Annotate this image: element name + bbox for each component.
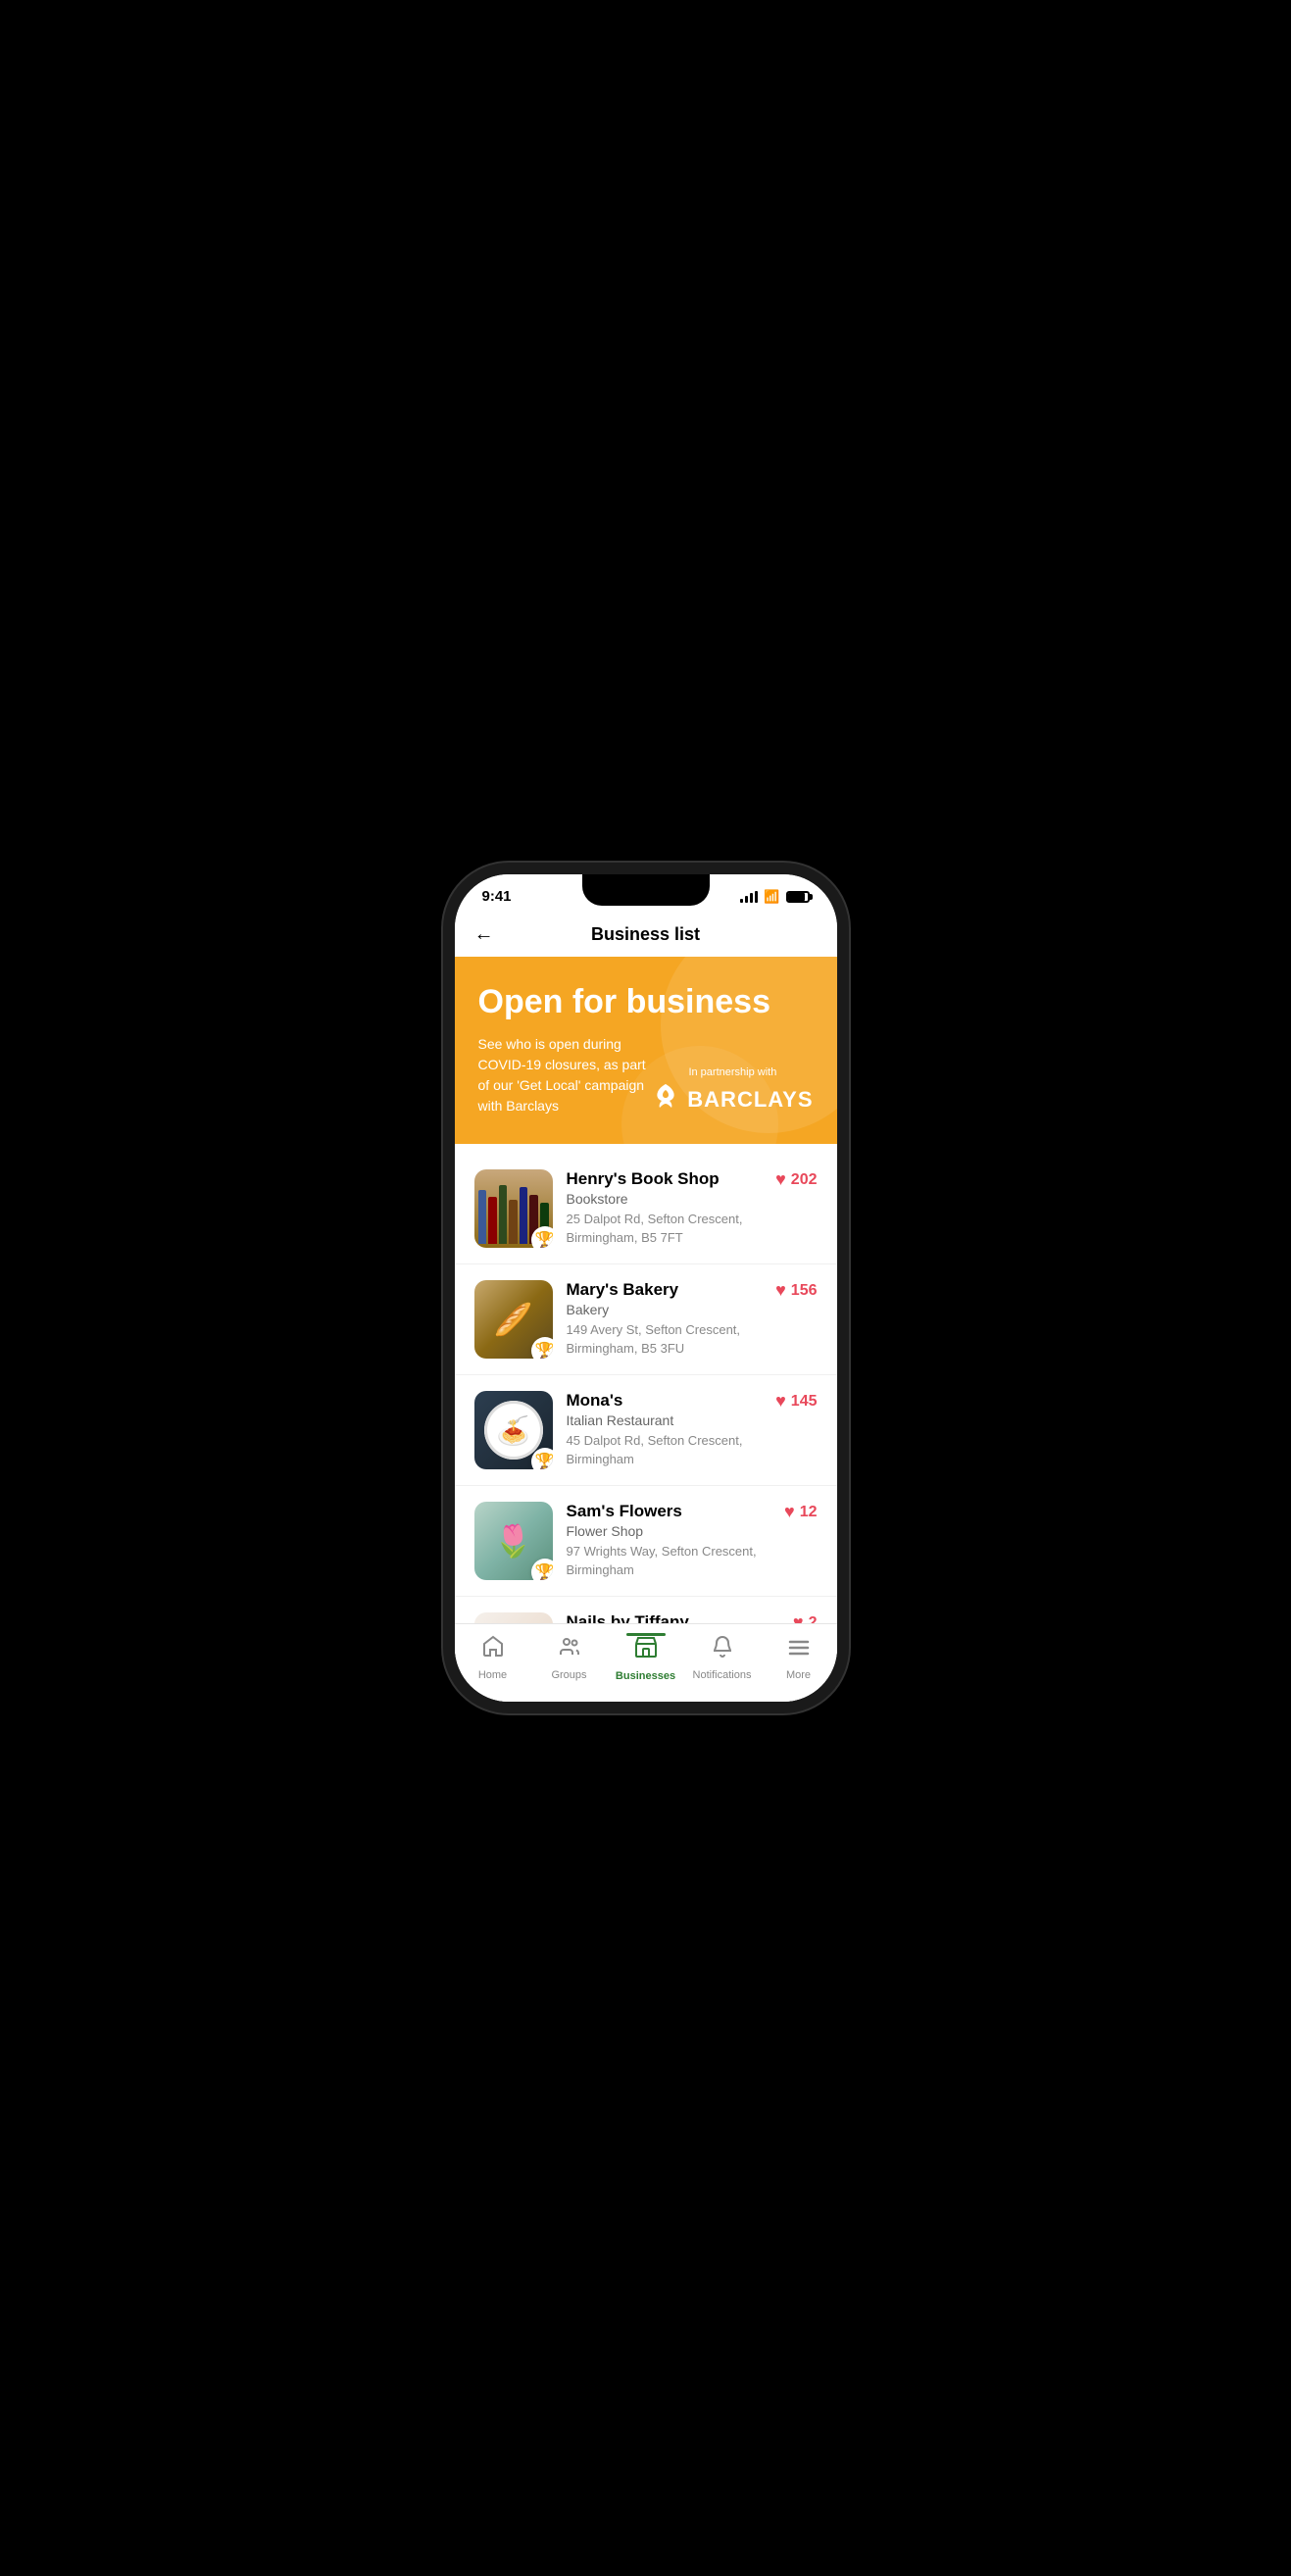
business-address: 97 Wrights Way, Sefton Crescent, Birming… (567, 1543, 771, 1578)
like-count: 202 (791, 1171, 818, 1189)
business-thumbnail: 🏆 (474, 1169, 553, 1248)
home-icon (481, 1635, 505, 1665)
business-thumbnail: 🌷 🏆 (474, 1502, 553, 1580)
barclays-logo: In partnership with BARCLAYS (652, 1066, 813, 1116)
business-type: Flower Shop (567, 1523, 771, 1539)
nav-item-businesses[interactable]: Businesses (608, 1634, 684, 1682)
notifications-icon (711, 1635, 734, 1665)
business-type: Bakery (567, 1302, 763, 1317)
banner-description: See who is open during COVID-19 closures… (478, 1034, 653, 1116)
barclays-eagle-icon (652, 1082, 679, 1116)
nav-label-groups: Groups (551, 1669, 586, 1681)
business-info: Henry's Book Shop Bookstore 25 Dalpot Rd… (567, 1169, 763, 1246)
business-info: Sam's Flowers Flower Shop 97 Wrights Way… (567, 1502, 771, 1578)
nav-label-businesses: Businesses (616, 1670, 675, 1682)
trophy-badge: 🏆 (531, 1559, 553, 1580)
heart-icon: ♥ (775, 1169, 786, 1190)
battery-icon (786, 891, 810, 903)
nav-item-groups[interactable]: Groups (531, 1635, 608, 1681)
business-name: Mona's (567, 1391, 763, 1411)
list-item[interactable]: 🌷 🏆 Sam's Flowers Flower Shop 97 Wrights… (455, 1486, 837, 1597)
business-name: Sam's Flowers (567, 1502, 771, 1521)
barclays-text: BARCLAYS (687, 1087, 813, 1113)
bakery-emoji: 🥖 (494, 1301, 533, 1338)
business-list: 🏆 Henry's Book Shop Bookstore 25 Dalpot … (455, 1144, 837, 1702)
flowers-emoji: 🌷 (494, 1522, 533, 1560)
business-type: Bookstore (567, 1191, 763, 1207)
open-for-business-banner: Open for business See who is open during… (455, 957, 837, 1144)
bottom-nav: Home Groups (455, 1623, 837, 1702)
trophy-badge: 🏆 (531, 1337, 553, 1359)
list-item[interactable]: 🥖 🏆 Mary's Bakery Bakery 149 Avery St, S… (455, 1264, 837, 1375)
nav-active-indicator (626, 1633, 666, 1636)
back-button[interactable]: ← (474, 923, 494, 946)
businesses-icon (633, 1634, 659, 1666)
trophy-badge: 🏆 (531, 1448, 553, 1469)
business-type: Italian Restaurant (567, 1412, 763, 1428)
banner-title: Open for business (478, 984, 814, 1020)
pasta-plate: 🍝 (484, 1401, 543, 1460)
business-name: Henry's Book Shop (567, 1169, 763, 1189)
nav-label-notifications: Notifications (693, 1669, 752, 1681)
wifi-icon: 📶 (764, 889, 779, 905)
page-header: ← Business list (455, 913, 837, 957)
business-thumbnail: 🍝 🏆 (474, 1391, 553, 1469)
heart-icon: ♥ (784, 1502, 795, 1522)
heart-icon: ♥ (775, 1280, 786, 1301)
notch (582, 874, 710, 906)
nav-label-home: Home (478, 1669, 507, 1681)
phone-frame: 9:41 📶 ← Business list Open for business… (455, 874, 837, 1702)
business-address: 45 Dalpot Rd, Sefton Crescent, Birmingha… (567, 1432, 763, 1467)
nav-item-more[interactable]: More (761, 1635, 837, 1681)
like-count: 156 (791, 1282, 818, 1300)
barclays-name: BARCLAYS (652, 1082, 813, 1116)
like-count: 145 (791, 1393, 818, 1411)
like-badge: ♥ 145 (775, 1391, 817, 1412)
list-item[interactable]: 🍝 🏆 Mona's Italian Restaurant 45 Dalpot … (455, 1375, 837, 1486)
business-info: Mary's Bakery Bakery 149 Avery St, Sefto… (567, 1280, 763, 1357)
like-badge: ♥ 156 (775, 1280, 817, 1301)
trophy-badge: 🏆 (531, 1226, 553, 1248)
groups-icon (558, 1635, 581, 1665)
phone-inner: 9:41 📶 ← Business list Open for business… (455, 874, 837, 1702)
status-icons: 📶 (740, 889, 809, 905)
like-badge: ♥ 12 (784, 1502, 817, 1522)
partnership-label: In partnership with (688, 1066, 776, 1078)
business-thumbnail: 🥖 🏆 (474, 1280, 553, 1359)
nav-item-notifications[interactable]: Notifications (684, 1635, 761, 1681)
like-count: 12 (800, 1504, 818, 1521)
business-info: Mona's Italian Restaurant 45 Dalpot Rd, … (567, 1391, 763, 1467)
like-badge: ♥ 202 (775, 1169, 817, 1190)
more-icon (787, 1635, 811, 1665)
signal-icon (740, 891, 758, 903)
status-time: 9:41 (482, 888, 512, 905)
list-item[interactable]: 🏆 Henry's Book Shop Bookstore 25 Dalpot … (455, 1154, 837, 1264)
nav-label-more: More (786, 1669, 811, 1681)
banner-bottom: See who is open during COVID-19 closures… (478, 1034, 814, 1116)
business-address: 25 Dalpot Rd, Sefton Crescent, Birmingha… (567, 1211, 763, 1246)
page-title: Business list (591, 924, 700, 945)
business-address: 149 Avery St, Sefton Crescent, Birmingha… (567, 1321, 763, 1357)
nav-item-home[interactable]: Home (455, 1635, 531, 1681)
heart-icon: ♥ (775, 1391, 786, 1412)
business-name: Mary's Bakery (567, 1280, 763, 1300)
